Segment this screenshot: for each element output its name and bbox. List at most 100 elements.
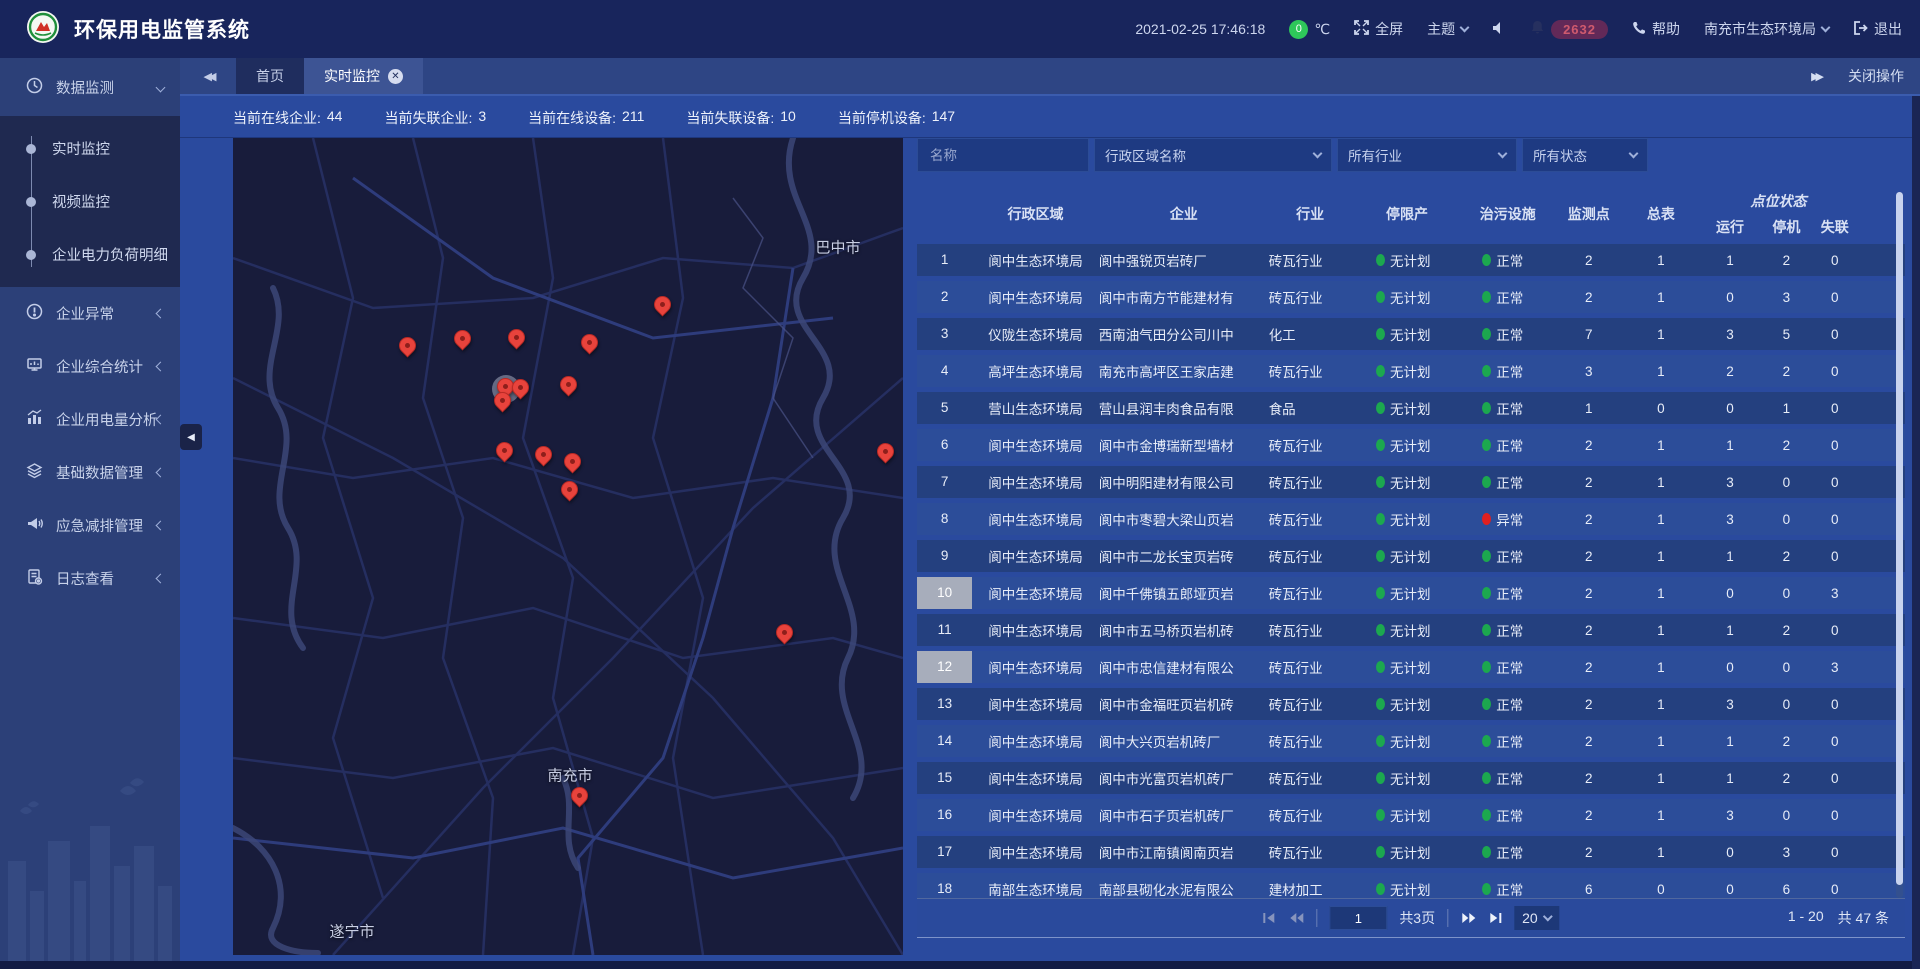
status-text: 无计划 <box>1390 546 1431 566</box>
close-operations-button[interactable]: 关闭操作 <box>1848 66 1904 86</box>
table-scrollbar-thumb[interactable] <box>1896 192 1903 885</box>
cell-offline: 0 <box>1810 401 1859 416</box>
tab-home[interactable]: 首页 <box>236 58 304 94</box>
status-text: 无计划 <box>1390 287 1431 307</box>
tab-close-icon[interactable]: ✕ <box>388 69 403 84</box>
cell-facility: 正常 <box>1462 583 1553 603</box>
temperature-value: 0 <box>1289 20 1308 39</box>
cell-facility: 正常 <box>1462 361 1553 381</box>
pagination-page-size-select[interactable]: 20 <box>1514 906 1560 930</box>
cell-industry: 砖瓦行业 <box>1269 435 1352 455</box>
table-row[interactable]: 8阆中生态环境局阆中市枣碧大梁山页岩砖瓦行业无计划异常21300 <box>917 503 1905 535</box>
temperature-unit: ℃ <box>1314 21 1330 38</box>
pagination-page-input[interactable] <box>1329 906 1387 930</box>
cell-points: 1 <box>1553 401 1624 416</box>
cell-company: 阆中明阳建材有限公司 <box>1099 472 1269 492</box>
pagination-first-button[interactable] <box>1262 911 1276 925</box>
sidebar-item-video-monitoring[interactable]: 视频监控 <box>0 175 180 228</box>
status-dot-green-icon <box>1482 587 1491 599</box>
cell-production: 无计划 <box>1352 287 1463 307</box>
sidebar-item-enterprise-statistics[interactable]: 企业综合统计 <box>0 340 180 393</box>
chevron-down-icon <box>1821 22 1831 32</box>
status-text: 正常 <box>1496 768 1523 788</box>
cell-stopped: 2 <box>1763 253 1810 268</box>
row-index: 10 <box>917 577 972 609</box>
table-row[interactable]: 7阆中生态环境局阆中明阳建材有限公司砖瓦行业无计划正常21300 <box>917 466 1905 498</box>
chevron-left-icon <box>156 521 166 531</box>
tab-realtime-monitoring[interactable]: 实时监控 ✕ <box>304 58 423 94</box>
table-row[interactable]: 11阆中生态环境局阆中市五马桥页岩机砖砖瓦行业无计划正常21120 <box>917 614 1905 646</box>
table-row[interactable]: 1阆中生态环境局阆中强锐页岩砖厂砖瓦行业无计划正常21120 <box>917 244 1905 276</box>
fullscreen-button[interactable]: 全屏 <box>1354 19 1403 39</box>
sidebar-item-enterprise-abnormal[interactable]: 企业异常 <box>0 287 180 340</box>
sidebar-item-power-analysis[interactable]: 企业用电量分析 <box>0 393 180 446</box>
map-canvas[interactable]: 巴中市南充市遂宁市 <box>233 138 903 955</box>
cell-points: 2 <box>1553 660 1624 675</box>
filter-bar: 行政区域名称 所有行业 所有状态 <box>917 138 1905 178</box>
status-dot-green-icon <box>1376 365 1385 377</box>
cell-facility: 正常 <box>1462 250 1553 270</box>
notification-button[interactable]: 2632 <box>1530 20 1608 39</box>
sidebar-item-emergency-reduction[interactable]: 应急减排管理 <box>0 499 180 552</box>
map-panel-collapse-button[interactable]: ◀ <box>180 424 202 450</box>
name-filter-field[interactable] <box>917 138 1089 172</box>
region-filter-select[interactable]: 行政区域名称 <box>1094 138 1332 172</box>
table-row[interactable]: 4高坪生态环境局南充市高坪区王家店建砖瓦行业无计划正常31220 <box>917 355 1905 387</box>
stat-label: 当前在线企业: <box>233 108 321 128</box>
mute-button[interactable] <box>1492 21 1506 38</box>
cell-region: 阆中生态环境局 <box>972 842 1098 862</box>
cell-company: 西南油气田分公司川中 <box>1099 324 1269 344</box>
cell-company: 阆中市忠信建材有限公 <box>1099 657 1269 677</box>
tabs-scroll-right-button[interactable]: ▶▶ <box>1811 70 1820 83</box>
status-filter-value: 所有状态 <box>1533 145 1587 165</box>
table-row[interactable]: 12阆中生态环境局阆中市忠信建材有限公砖瓦行业无计划正常21003 <box>917 651 1905 683</box>
row-index: 2 <box>917 281 972 313</box>
pagination-next-button[interactable] <box>1460 911 1476 925</box>
status-text: 正常 <box>1496 805 1523 825</box>
help-button[interactable]: 帮助 <box>1632 19 1680 39</box>
sidebar-item-power-load-detail[interactable]: 企业电力负荷明细 <box>0 228 180 281</box>
table-row[interactable]: 14阆中生态环境局阆中大兴页岩机砖厂砖瓦行业无计划正常21120 <box>917 725 1905 757</box>
pagination-prev-button[interactable] <box>1288 911 1304 925</box>
cell-meters: 1 <box>1624 438 1697 453</box>
status-dot-green-icon <box>1482 698 1491 710</box>
table-row[interactable]: 15阆中生态环境局阆中市光富页岩机砖厂砖瓦行业无计划正常21120 <box>917 762 1905 794</box>
industry-filter-select[interactable]: 所有行业 <box>1337 138 1517 172</box>
log-document-icon <box>26 568 43 589</box>
pagination-last-button[interactable] <box>1488 911 1502 925</box>
table-row[interactable]: 6阆中生态环境局阆中市金博瑞新型墙材砖瓦行业无计划正常21120 <box>917 429 1905 461</box>
cell-running: 3 <box>1697 475 1762 490</box>
sidebar-item-log-view[interactable]: 日志查看 <box>0 552 180 605</box>
cell-region: 高坪生态环境局 <box>972 361 1098 381</box>
table-row[interactable]: 17阆中生态环境局阆中市江南镇阆南页岩砖瓦行业无计划正常21030 <box>917 836 1905 868</box>
sidebar-item-data-monitoring[interactable]: 数据监测 <box>0 58 180 116</box>
status-dot-green-icon <box>1376 772 1385 784</box>
org-dropdown[interactable]: 南充市生态环境局 <box>1704 19 1829 39</box>
cell-production: 无计划 <box>1352 398 1463 418</box>
cell-offline: 0 <box>1810 438 1859 453</box>
table-row[interactable]: 9阆中生态环境局阆中市二龙长宝页岩砖砖瓦行业无计划正常21120 <box>917 540 1905 572</box>
table-row[interactable]: 10阆中生态环境局阆中千佛镇五郎垭页岩砖瓦行业无计划正常21003 <box>917 577 1905 609</box>
table-row[interactable]: 5营山生态环境局营山县润丰肉食品有限食品无计划正常10010 <box>917 392 1905 424</box>
name-filter-input[interactable] <box>928 147 1078 164</box>
exit-button[interactable]: 退出 <box>1853 19 1902 39</box>
cell-offline: 0 <box>1810 549 1859 564</box>
cell-stopped: 0 <box>1763 475 1810 490</box>
table-row[interactable]: 18南部生态环境局南部县砌化水泥有限公建材加工无计划正常60060 <box>917 873 1905 898</box>
table-row[interactable]: 3仪陇生态环境局西南油气田分公司川中化工无计划正常71350 <box>917 318 1905 350</box>
table-row[interactable]: 13阆中生态环境局阆中市金福旺页岩机砖砖瓦行业无计划正常21300 <box>917 688 1905 720</box>
theme-dropdown[interactable]: 主题 <box>1427 19 1468 39</box>
table-row[interactable]: 2阆中生态环境局阆中市南方节能建材有砖瓦行业无计划正常21030 <box>917 281 1905 313</box>
sidebar-item-base-data[interactable]: 基础数据管理 <box>0 446 180 499</box>
cell-industry: 砖瓦行业 <box>1269 657 1352 677</box>
notification-count-badge: 2632 <box>1551 20 1608 39</box>
cell-stopped: 5 <box>1763 327 1810 342</box>
status-filter-select[interactable]: 所有状态 <box>1522 138 1648 172</box>
tabs-scroll-left-button[interactable]: ◀◀ <box>180 58 236 94</box>
cell-region: 阆中生态环境局 <box>972 805 1098 825</box>
tab-bar: ◀◀ 首页 实时监控 ✕ ▶▶ 关闭操作 <box>180 58 1920 96</box>
chevron-down-icon <box>1313 148 1323 158</box>
table-row[interactable]: 16阆中生态环境局阆中市石子页岩机砖厂砖瓦行业无计划正常21300 <box>917 799 1905 831</box>
sidebar-item-realtime-monitoring[interactable]: 实时监控 <box>0 122 180 175</box>
cell-meters: 1 <box>1624 808 1697 823</box>
